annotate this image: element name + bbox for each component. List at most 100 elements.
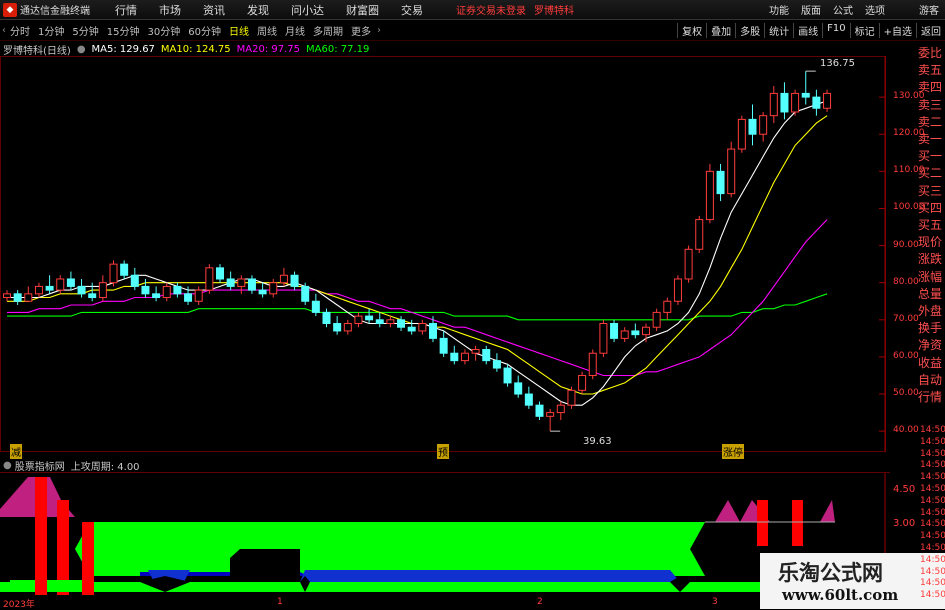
candle [24,286,33,302]
menu-layout[interactable]: 版面 [801,2,821,17]
settings-circle-icon[interactable]: ● [77,44,86,55]
candle [216,264,224,283]
menu-wealth[interactable]: 财富圈 [346,2,379,18]
candle [322,308,331,328]
side-item[interactable]: 总量 [918,287,942,302]
candle [588,349,597,380]
side-item[interactable]: 现价 [918,235,942,250]
side-item[interactable]: 买二 [918,166,942,181]
period-30min[interactable]: 30分钟 [147,23,180,38]
candle [77,278,86,298]
candle [343,319,352,335]
candle [237,275,246,294]
time-axis: 2023年 1 2 3 [0,597,890,610]
back-arrow-icon[interactable]: ‹ [2,25,6,36]
side-item[interactable]: 买一 [918,149,942,164]
candle [269,278,278,298]
candle [599,319,608,357]
login-alert[interactable]: 证券交易未登录 [456,2,526,17]
tool-stats[interactable]: 统计 [764,23,793,38]
kline-chart[interactable] [0,56,890,452]
app-title: 通达信金融终端 [20,6,90,17]
period-5min[interactable]: 5分钟 [72,23,98,38]
tool-overlay[interactable]: 叠加 [706,23,735,38]
side-item[interactable]: 卖二 [918,115,942,130]
period-toolbar: ‹ 分时 1分钟 5分钟 15分钟 30分钟 60分钟 日线 周线 月线 多周期… [0,21,945,41]
tool-adjust[interactable]: 复权 [677,23,706,38]
right-time-label: 14:50 [920,495,945,506]
side-item[interactable]: 买五 [918,218,942,233]
right-time-label: 14:50 [920,507,945,518]
candle [663,297,672,320]
period-15min[interactable]: 15分钟 [107,23,140,38]
marker-mid[interactable]: 预 [437,444,449,459]
period-60min[interactable]: 60分钟 [188,23,221,38]
candle [535,401,544,421]
chevron-right-icon[interactable]: › [377,25,381,36]
side-item[interactable]: 涨幅 [918,270,942,285]
side-item[interactable]: 卖三 [918,98,942,113]
menu-market[interactable]: 市场 [159,2,181,18]
period-multi[interactable]: 多周期 [313,23,343,38]
period-daily[interactable]: 日线 [229,23,249,38]
low-price-label: 39.63 [583,436,612,447]
period-intraday[interactable]: 分时 [10,23,30,38]
side-item[interactable]: 收益 [918,356,942,371]
period-monthly[interactable]: 月线 [285,23,305,38]
indicator-red-bar [792,500,803,546]
candle [716,163,725,202]
side-item[interactable]: 自动 [918,373,942,388]
menu-trade[interactable]: 交易 [401,2,423,18]
candle [695,215,704,253]
menu-ask[interactable]: 问小达 [291,2,324,18]
price-label: 90.00 [893,239,919,250]
side-item[interactable]: 买三 [918,184,942,199]
indicator-chart[interactable] [0,472,890,596]
side-item[interactable]: 净资 [918,338,942,353]
right-time-label: 14:50 [920,425,945,435]
indicator-magenta-area [820,500,835,522]
tool-f10[interactable]: F10 [822,23,849,38]
right-time-label: 14:50 [920,531,945,542]
side-item[interactable]: 涨跌 [918,252,942,267]
marker-limit-up[interactable]: 涨停 [722,444,744,459]
side-item[interactable]: 换手 [918,321,942,336]
candle [652,308,661,331]
side-item[interactable]: 委比 [918,46,942,61]
side-item[interactable]: 行情 [918,390,942,405]
candle [780,82,789,120]
side-item[interactable]: 卖四 [918,80,942,95]
tool-mark[interactable]: 标记 [849,23,879,38]
side-item[interactable]: 买四 [918,201,942,216]
candle [684,245,693,283]
tool-back[interactable]: 返回 [916,23,945,38]
title-bar: ◆ 通达信金融终端 行情 市场 资讯 发现 问小达 财富圈 交易 证券交易未登录… [0,0,945,20]
tool-add-watchlist[interactable]: +自选 [878,23,916,38]
settings-circle-icon[interactable]: ● [3,460,12,471]
candle [397,316,406,331]
ma10-line [7,115,828,395]
price-label: 60.00 [893,350,919,361]
candle [823,89,832,112]
menu-news[interactable]: 资讯 [203,2,225,18]
period-weekly[interactable]: 周线 [257,23,277,38]
indicator-info-bar: ● 股票指标网 上攻周期: 4.00 [0,458,140,473]
side-item[interactable]: 卖五 [918,63,942,78]
tool-multi-stock[interactable]: 多股 [735,23,764,38]
menu-formula[interactable]: 公式 [833,2,853,17]
menu-quotes[interactable]: 行情 [115,2,137,18]
menu-function[interactable]: 功能 [769,2,789,17]
tool-draw[interactable]: 画线 [793,23,822,38]
guest-button[interactable]: 游客 [919,2,939,17]
candle [727,141,736,198]
period-1min[interactable]: 1分钟 [38,23,64,38]
menu-options[interactable]: 选项 [865,2,885,17]
side-item[interactable]: 外盘 [918,304,942,319]
side-item[interactable]: 卖一 [918,132,942,147]
time-label-mar: 3 [712,597,718,607]
menu-discover[interactable]: 发现 [247,2,269,18]
ma10-value: MA10: 124.75 [160,43,231,55]
right-time-label: 14:50 [920,543,945,553]
candle [13,290,22,305]
period-more[interactable]: 更多 [351,23,371,38]
